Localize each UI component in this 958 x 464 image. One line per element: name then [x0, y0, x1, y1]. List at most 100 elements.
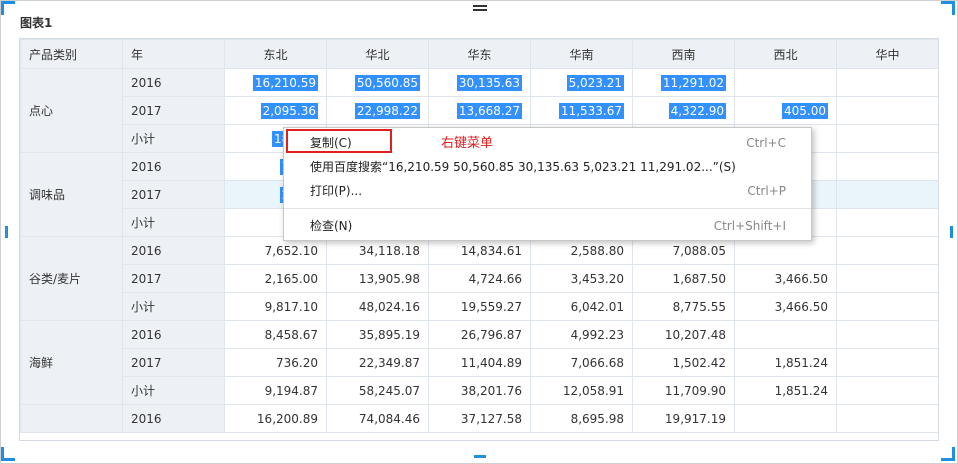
value-cell[interactable] — [836, 348, 938, 377]
header-region[interactable]: 华南 — [530, 39, 633, 69]
menu-item-inspect[interactable]: 检查(N) Ctrl+Shift+I — [284, 215, 811, 237]
category-cell[interactable]: 调味品 — [20, 152, 123, 237]
value-cell[interactable]: 405.00 — [734, 96, 837, 125]
value-cell[interactable]: 736.20 — [224, 348, 327, 377]
resize-handle-bottom[interactable] — [474, 455, 486, 458]
category-cell[interactable]: 谷类/麦片 — [20, 236, 123, 321]
value-cell[interactable]: 8,695.98 — [530, 404, 633, 433]
header-region[interactable]: 华中 — [836, 39, 938, 69]
header-region[interactable]: 西北 — [734, 39, 837, 69]
value-cell[interactable]: 1,687.50 — [632, 264, 735, 293]
menu-item-search[interactable]: 使用百度搜索“16,210.59 50,560.85 30,135.63 5,0… — [284, 156, 811, 178]
selected-value-text: 405.00 — [782, 102, 828, 119]
value-cell[interactable]: 16,210.59 — [224, 68, 327, 97]
value-cell[interactable]: 11,709.90 — [632, 376, 735, 405]
header-region[interactable]: 华北 — [326, 39, 429, 69]
year-cell[interactable]: 2017 — [122, 180, 225, 209]
value-cell[interactable]: 5,023.21 — [530, 68, 633, 97]
value-cell[interactable] — [836, 404, 938, 433]
value-cell[interactable]: 30,135.63 — [428, 68, 531, 97]
year-cell[interactable]: 2017 — [122, 348, 225, 377]
value-cell[interactable]: 1,502.42 — [632, 348, 735, 377]
value-cell[interactable]: 3,466.50 — [734, 292, 837, 321]
value-cell[interactable] — [836, 236, 938, 265]
value-cell[interactable]: 3,466.50 — [734, 264, 837, 293]
value-text: 38,201.76 — [460, 383, 522, 398]
value-cell[interactable] — [836, 264, 938, 293]
value-cell[interactable] — [836, 320, 938, 349]
value-cell[interactable] — [734, 404, 837, 433]
value-cell[interactable] — [836, 292, 938, 321]
value-cell[interactable]: 19,917.19 — [632, 404, 735, 433]
value-cell[interactable]: 19,559.27 — [428, 292, 531, 321]
value-cell[interactable]: 8,458.67 — [224, 320, 327, 349]
value-cell[interactable]: 9,817.10 — [224, 292, 327, 321]
value-cell[interactable] — [836, 124, 938, 153]
value-cell[interactable]: 16,200.89 — [224, 404, 327, 433]
value-cell[interactable]: 50,560.85 — [326, 68, 429, 97]
value-cell[interactable]: 2,095.36 — [224, 96, 327, 125]
value-cell[interactable]: 1,851.24 — [734, 376, 837, 405]
value-cell[interactable] — [836, 180, 938, 209]
value-cell[interactable]: 13,905.98 — [326, 264, 429, 293]
year-cell[interactable]: 2016 — [122, 152, 225, 181]
value-cell[interactable]: 22,998.22 — [326, 96, 429, 125]
value-cell[interactable]: 4,992.23 — [530, 320, 633, 349]
header-region[interactable]: 华东 — [428, 39, 531, 69]
value-cell[interactable]: 1,851.24 — [734, 348, 837, 377]
year-cell[interactable]: 小计 — [122, 292, 225, 321]
value-cell[interactable]: 3,453.20 — [530, 264, 633, 293]
value-cell[interactable]: 13,668.27 — [428, 96, 531, 125]
header-region[interactable]: 东北 — [224, 39, 327, 69]
value-cell[interactable]: 12,058.91 — [530, 376, 633, 405]
value-cell[interactable]: 26,796.87 — [428, 320, 531, 349]
value-cell[interactable]: 6,042.01 — [530, 292, 633, 321]
year-cell[interactable]: 2017 — [122, 96, 225, 125]
year-cell[interactable]: 2017 — [122, 264, 225, 293]
menu-item-print[interactable]: 打印(P)... Ctrl+P — [284, 180, 811, 202]
header-region[interactable]: 西南 — [632, 39, 735, 69]
resize-handle-right[interactable] — [950, 226, 953, 238]
value-cell[interactable]: 35,895.19 — [326, 320, 429, 349]
year-cell[interactable]: 2016 — [122, 236, 225, 265]
value-cell[interactable]: 37,127.58 — [428, 404, 531, 433]
year-cell[interactable]: 2016 — [122, 68, 225, 97]
value-cell[interactable]: 2,165.00 — [224, 264, 327, 293]
value-cell[interactable]: 7,066.68 — [530, 348, 633, 377]
value-cell[interactable] — [734, 320, 837, 349]
value-cell[interactable]: 48,024.16 — [326, 292, 429, 321]
value-cell[interactable]: 8,775.55 — [632, 292, 735, 321]
year-cell[interactable]: 小计 — [122, 124, 225, 153]
value-cell[interactable]: 4,724.66 — [428, 264, 531, 293]
selected-value-text: 50,560.85 — [354, 74, 420, 91]
year-cell[interactable]: 小计 — [122, 208, 225, 237]
year-cell[interactable]: 2016 — [122, 320, 225, 349]
value-cell[interactable]: 22,349.87 — [326, 348, 429, 377]
year-cell[interactable]: 小计 — [122, 376, 225, 405]
header-year[interactable]: 年 — [122, 39, 225, 69]
year-cell[interactable]: 2016 — [122, 404, 225, 433]
category-cell[interactable] — [20, 404, 123, 433]
value-cell[interactable] — [836, 208, 938, 237]
value-cell[interactable]: 74,084.46 — [326, 404, 429, 433]
value-cell[interactable]: 11,404.89 — [428, 348, 531, 377]
value-cell[interactable] — [836, 376, 938, 405]
value-cell[interactable]: 4,322.90 — [632, 96, 735, 125]
category-cell[interactable]: 点心 — [20, 68, 123, 153]
value-cell[interactable]: 11,291.02 — [632, 68, 735, 97]
table-row: 2016 16,200.89 74,084.46 37,127.58 8,695.98 1… — [20, 404, 938, 433]
value-cell[interactable]: 9,194.87 — [224, 376, 327, 405]
value-cell[interactable] — [836, 68, 938, 97]
category-cell[interactable]: 海鲜 — [20, 320, 123, 405]
value-cell[interactable]: 11,533.67 — [530, 96, 633, 125]
menu-item-inspect-label: 检查(N) — [310, 219, 353, 233]
value-cell[interactable] — [836, 152, 938, 181]
value-cell[interactable]: 10,207.48 — [632, 320, 735, 349]
drag-handle-icon[interactable] — [473, 5, 487, 15]
value-cell[interactable] — [734, 68, 837, 97]
value-cell[interactable]: 38,201.76 — [428, 376, 531, 405]
header-category[interactable]: 产品类别 — [20, 39, 123, 69]
value-cell[interactable] — [836, 96, 938, 125]
resize-handle-left[interactable] — [5, 226, 8, 238]
value-cell[interactable]: 58,245.07 — [326, 376, 429, 405]
